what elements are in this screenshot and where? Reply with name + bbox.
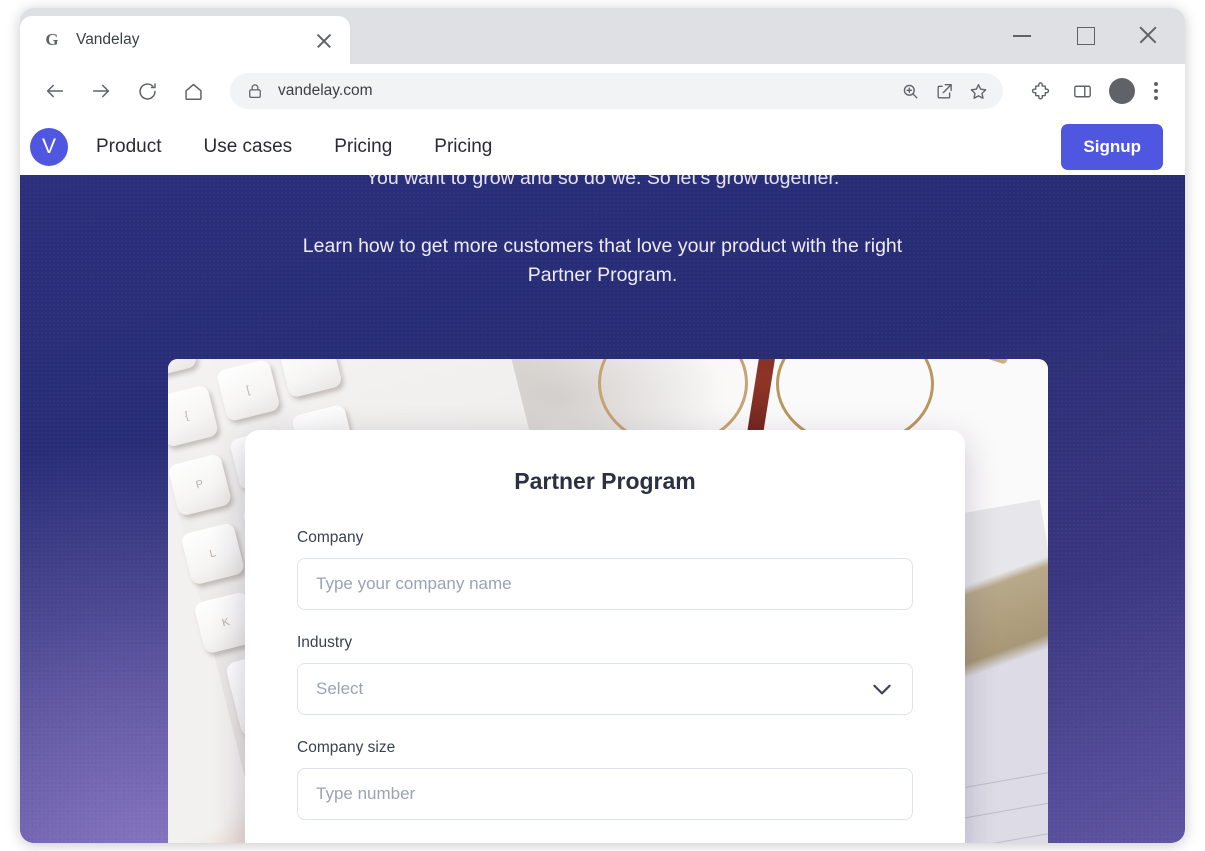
vandelay-logo-icon[interactable]: V: [30, 127, 68, 166]
industry-select[interactable]: Select: [297, 663, 913, 715]
url-text: vandelay.com: [278, 82, 373, 99]
industry-label: Industry: [297, 634, 353, 651]
google-g-icon: G: [45, 30, 59, 49]
keyboard-key: L: [180, 522, 246, 586]
nav-link-pricing-2[interactable]: Pricing: [434, 136, 492, 158]
keyboard-key: {: [168, 384, 220, 448]
web-page: V Product Use cases Pricing Pricing Sign…: [20, 118, 1185, 843]
zoom-in-icon[interactable]: [895, 76, 925, 106]
hero-subtext: Learn how to get more customers that lov…: [302, 235, 903, 286]
forward-arrow-icon[interactable]: [83, 73, 119, 109]
form-title: Partner Program: [514, 468, 696, 494]
tab-title: Vandelay: [76, 31, 140, 48]
form-field-industry: Industry Select: [297, 634, 913, 715]
company-label: Company: [297, 529, 364, 546]
browser-tab-vandelay[interactable]: G Vandelay: [20, 16, 350, 64]
maximize-icon[interactable]: [1070, 20, 1100, 50]
keyboard-key: [: [215, 359, 281, 423]
logo-letter: V: [41, 134, 56, 158]
company-size-input[interactable]: [297, 768, 913, 820]
star-icon[interactable]: [963, 76, 993, 106]
keyboard-key: delete: [168, 359, 198, 377]
nav-link-use-cases[interactable]: Use cases: [203, 136, 292, 158]
hero-tagline: You want to grow and so do we. So let's …: [365, 175, 840, 189]
toolbar-right-cluster: [1019, 74, 1173, 108]
keyboard-key: [277, 359, 343, 399]
company-size-label: Company size: [297, 739, 396, 756]
partner-program-form-card: Partner Program Company Industry Select: [245, 430, 965, 843]
puzzle-piece-icon[interactable]: [1023, 74, 1057, 108]
signup-button[interactable]: Signup: [1061, 123, 1163, 170]
close-window-icon[interactable]: [1133, 20, 1163, 50]
share-icon[interactable]: [929, 76, 959, 106]
hero-text-block: You want to grow and so do we. So let's …: [20, 175, 1185, 289]
nav-link-pricing-1[interactable]: Pricing: [334, 136, 392, 158]
address-bar[interactable]: vandelay.com: [230, 73, 1003, 109]
reload-icon[interactable]: [129, 73, 165, 109]
site-navigation-bar: V Product Use cases Pricing Pricing Sign…: [20, 118, 1185, 175]
side-panel-icon[interactable]: [1065, 74, 1099, 108]
three-dot-menu-icon[interactable]: [1143, 74, 1169, 108]
form-field-company-size: Company size: [297, 739, 913, 820]
form-field-company: Company: [297, 529, 913, 610]
profile-avatar-icon[interactable]: [1109, 78, 1135, 104]
industry-select-wrapper: Select: [297, 663, 913, 715]
browser-toolbar: vandelay.com: [20, 64, 1185, 118]
nav-link-product[interactable]: Product: [96, 136, 161, 158]
company-input[interactable]: [297, 558, 913, 610]
browser-window: G Vandelay vandelay.com V Product Use ca…: [20, 8, 1185, 843]
tab-strip: G Vandelay: [20, 8, 1185, 64]
home-icon[interactable]: [175, 73, 211, 109]
hero-section: You want to grow and so do we. So let's …: [20, 175, 1185, 843]
keyboard-key: P: [168, 453, 233, 517]
close-tab-icon[interactable]: [312, 28, 336, 52]
minimize-icon[interactable]: [1007, 20, 1037, 50]
lock-icon: [246, 82, 264, 100]
back-arrow-icon[interactable]: [37, 73, 73, 109]
